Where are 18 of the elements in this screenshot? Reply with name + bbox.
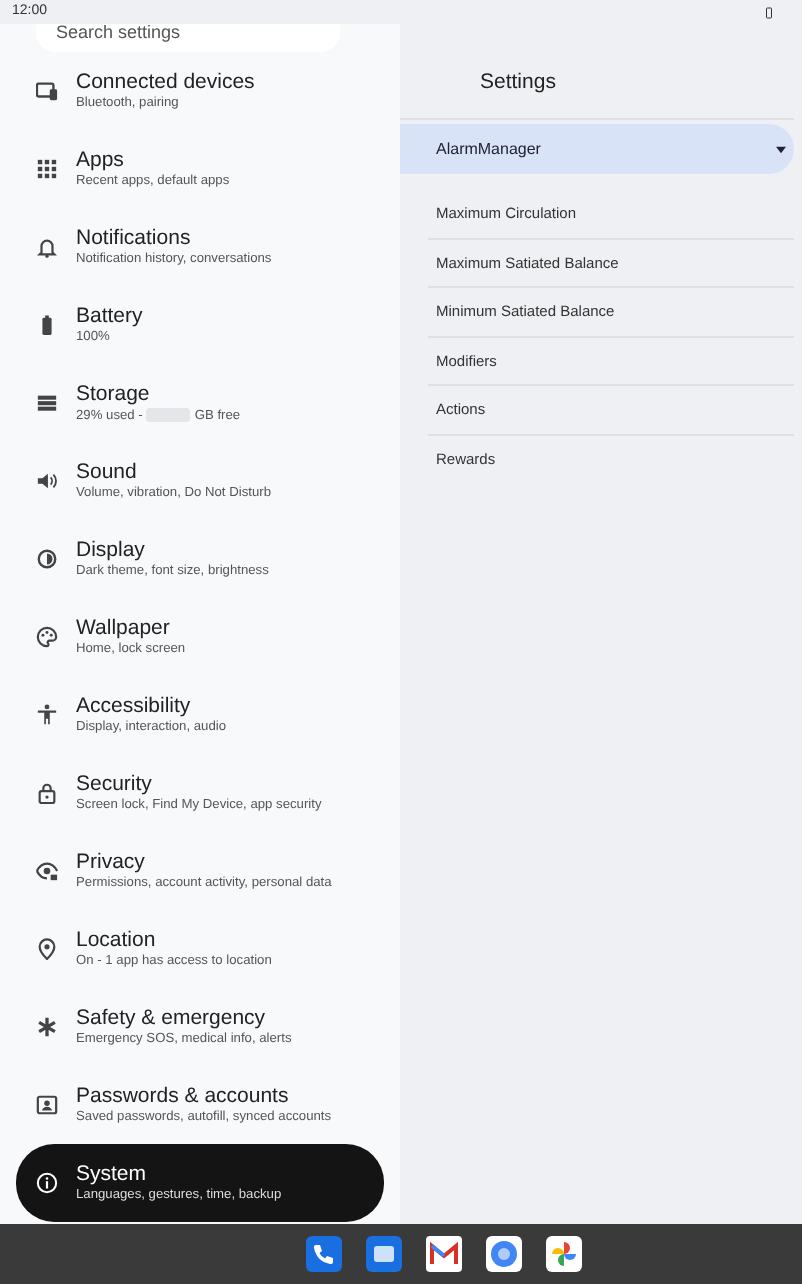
item-title: Privacy [76,850,147,876]
panel-title: Settings [400,24,794,120]
item-title: Battery [76,304,143,330]
item-title: Passwords & accounts [76,1084,291,1110]
item-title: Security [76,772,154,798]
search-field[interactable]: Search settings [36,24,340,52]
item-title: Storage [76,382,152,408]
item-title: Wallpaper [76,616,172,642]
item-title: Notifications [76,226,193,252]
item-title: Accessibility [76,694,193,720]
item-title: Sound [76,460,139,486]
item-title: Display [76,538,147,564]
item-title: Location [76,928,158,954]
item-title: Connected devices [76,70,255,96]
item-title: Safety & emergency [76,1006,268,1032]
dropdown[interactable]: AlarmManager [400,124,794,174]
item-title: System [76,1162,149,1188]
item-title: Apps [76,148,126,174]
